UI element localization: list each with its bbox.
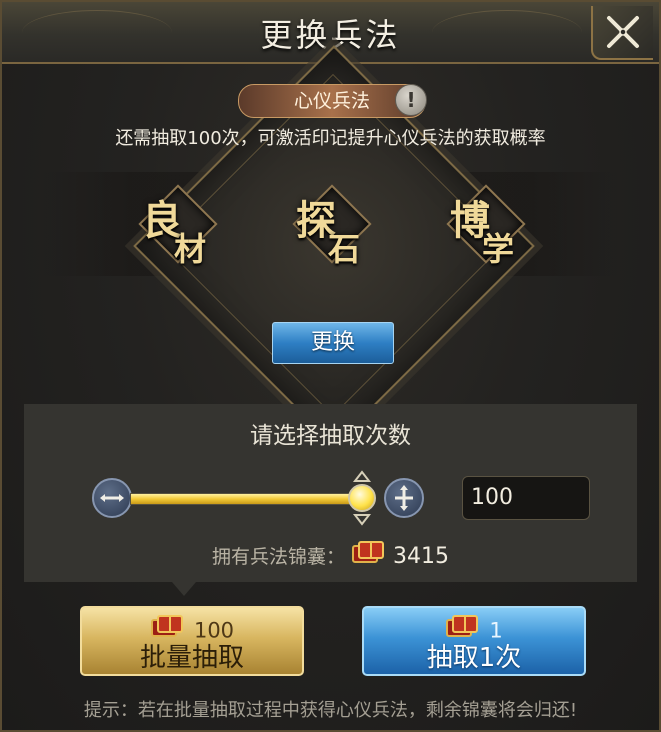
seal-char-small: 石 [328,230,361,268]
swap-button[interactable]: 更换 [272,322,394,364]
close-button[interactable] [591,6,653,60]
decrease-button[interactable] [92,478,132,518]
single-draw-button[interactable]: 1 抽取1次 [362,606,586,676]
count-slider-track[interactable] [130,493,364,505]
brocade-bag-icon [351,540,385,571]
seal-display: 心仪兵法 ! 还需抽取100次，可激活印记提升心仪兵法的获取概率 良 材 探 石… [2,45,659,447]
seal-boxue[interactable]: 博 学 [446,184,526,268]
batch-cost-value: 100 [193,618,235,643]
draw-count-input[interactable]: 100 [462,476,590,520]
seal-liangcai[interactable]: 良 材 [138,184,218,268]
plus-icon [395,485,413,511]
seal-char-small: 材 [174,230,207,268]
slider-knob [348,484,376,512]
batch-draw-button[interactable]: 100 批量抽取 [80,606,304,676]
owned-bags-row: 拥有兵法锦囊： 3415 [24,540,637,575]
single-cost-value: 1 [489,618,503,643]
info-icon[interactable]: ! [395,84,427,116]
draw-count-selector: 请选择抽取次数 100 拥有兵法锦囊： 3415 [24,404,637,582]
batch-draw-label: 批量抽取 [139,643,244,673]
selector-pointer [172,582,196,596]
increase-button[interactable] [384,478,424,518]
count-slider-fill [131,494,363,504]
bottom-tip: 提示：若在批量抽取过程中获得心仪兵法，剩余锦囊将会归还! [83,700,578,721]
selector-title: 请选择抽取次数 [250,423,411,449]
close-icon [607,16,639,48]
count-slider-thumb[interactable] [342,470,382,526]
seal-char-small: 学 [482,230,515,268]
progress-hint: 还需抽取100次，可激活印记提升心仪兵法的获取概率 [115,128,546,149]
seal-tanshi[interactable]: 探 石 [292,184,372,268]
minus-icon [100,494,124,502]
owned-bags-label: 拥有兵法锦囊： [211,546,345,568]
exchange-strategy-dialog: 更换兵法 心仪兵法 ! 还需抽取100次，可激活印记提升心仪兵法的获取概率 良 … [0,0,661,732]
owned-bags-count: 3415 [393,544,449,569]
single-draw-label: 抽取1次 [426,643,522,673]
